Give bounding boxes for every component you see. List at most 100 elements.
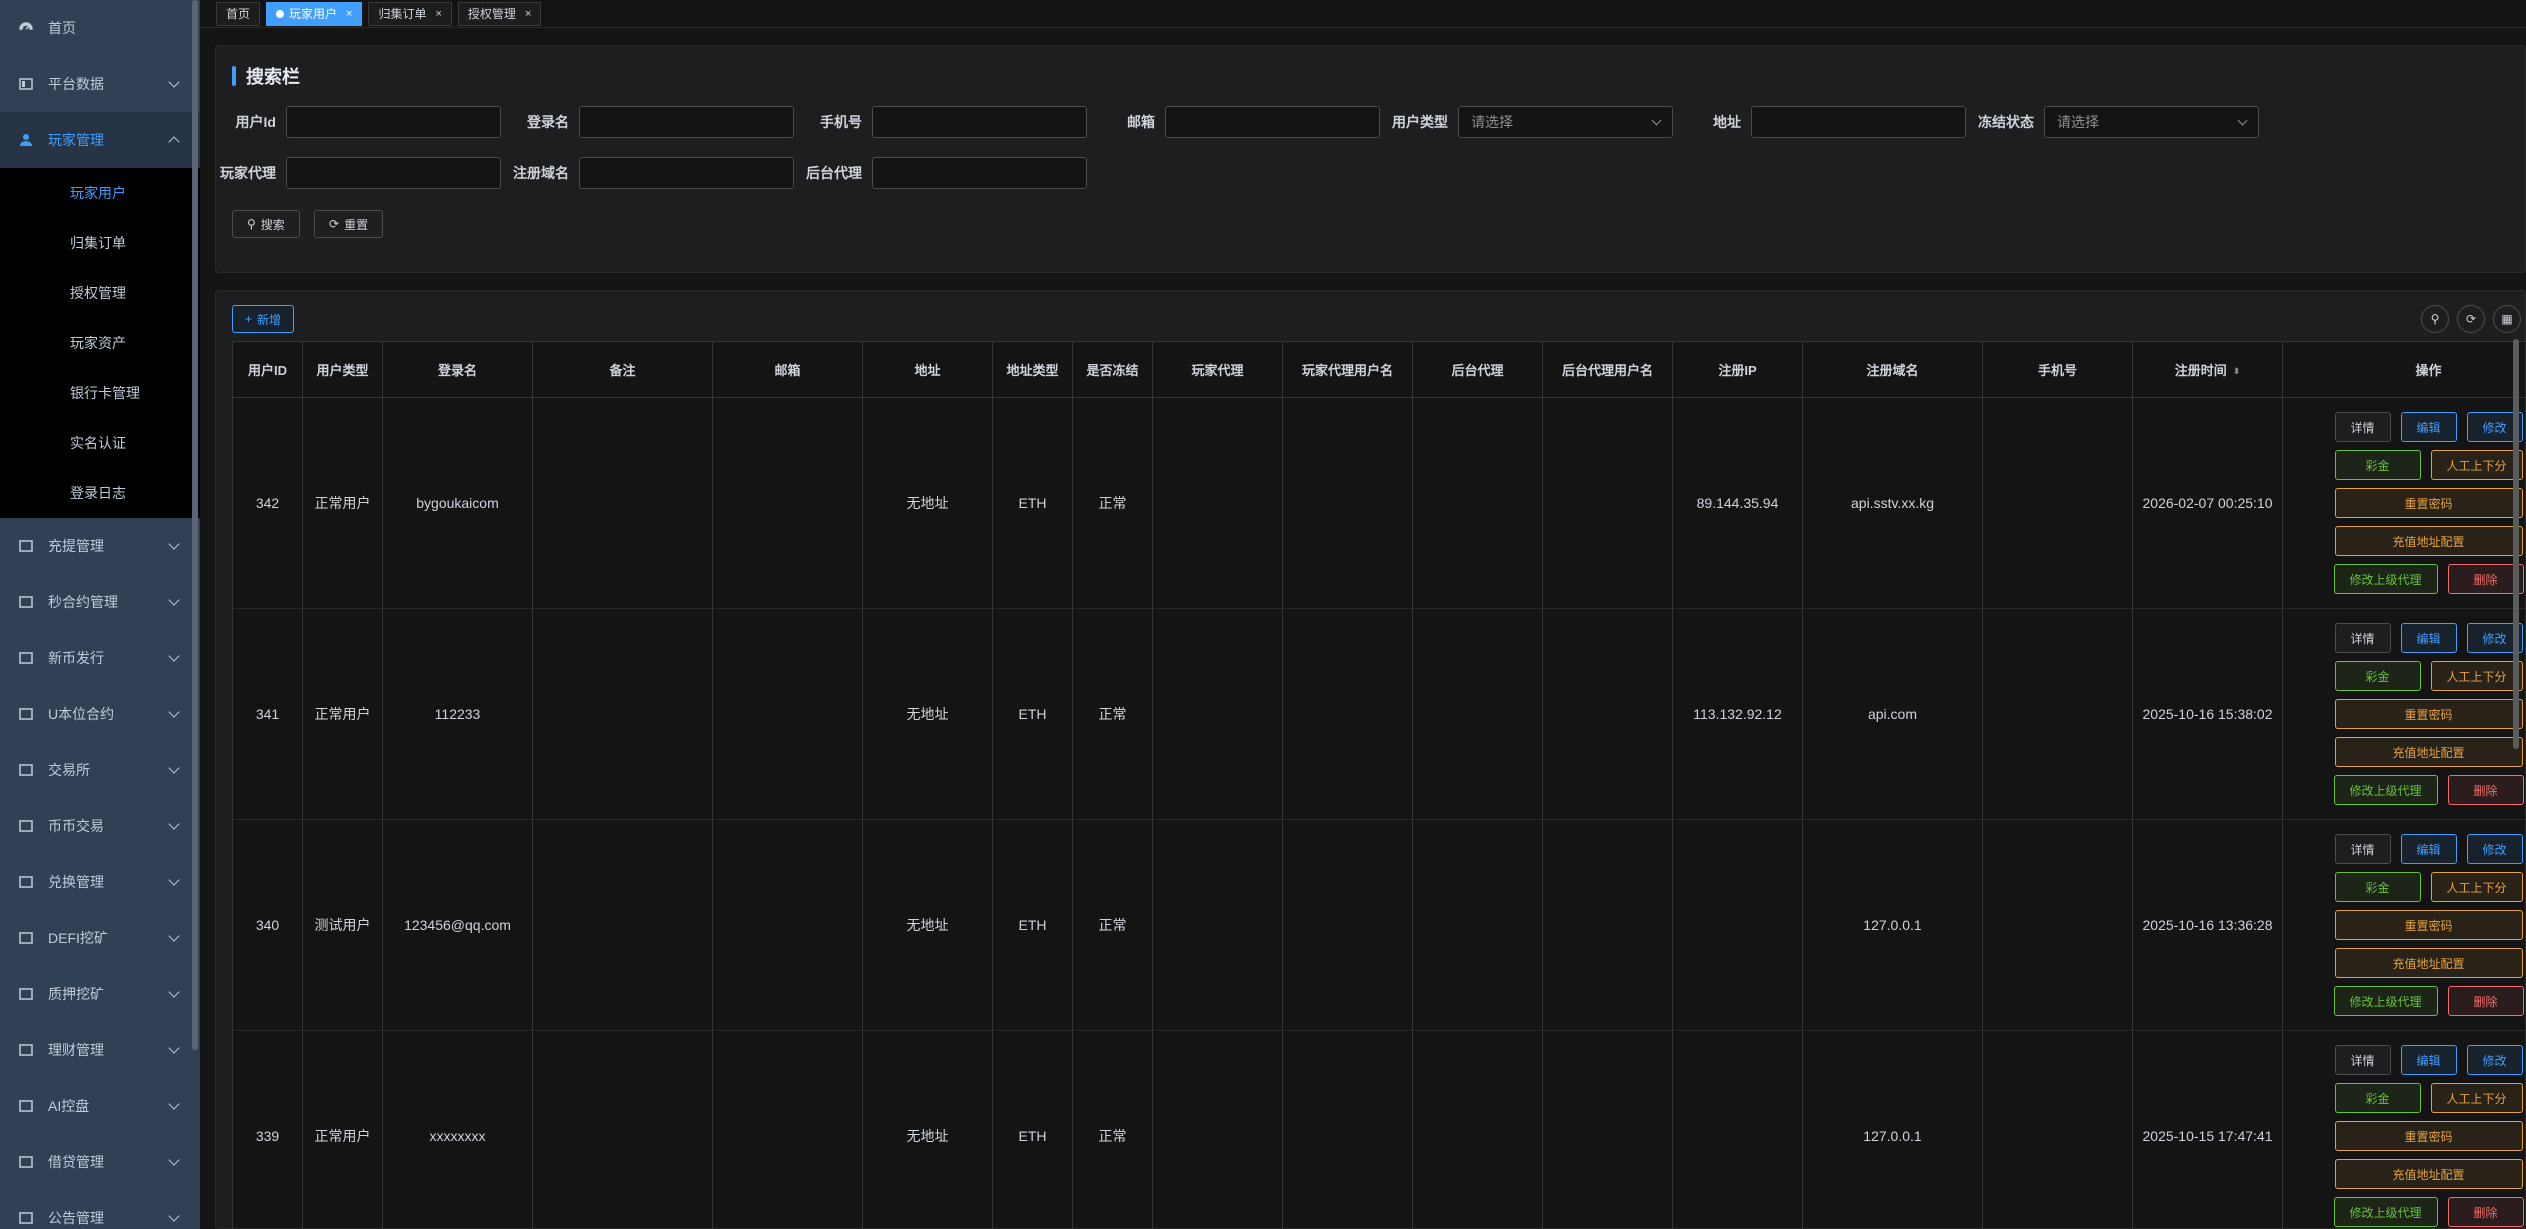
- tab-collect-orders[interactable]: 归集订单 ×: [368, 1, 452, 26]
- sidebar-subitem-real-name[interactable]: 实名认证: [0, 418, 200, 468]
- cell-remark: [532, 397, 713, 609]
- cell-type: 测试用户: [302, 819, 383, 1031]
- user-type-select[interactable]: 请选择: [1458, 106, 1673, 138]
- sidebar-item-11[interactable]: 借贷管理: [0, 1134, 200, 1190]
- manual-adjust-button[interactable]: 人工上下分: [2430, 450, 2523, 480]
- sort-icon[interactable]: ⬍: [2233, 366, 2241, 377]
- refresh-button[interactable]: ⟳: [2457, 305, 2485, 333]
- sidebar-subitem-player-user[interactable]: 玩家用户: [0, 168, 200, 218]
- delete-button[interactable]: 删除: [2447, 1197, 2524, 1227]
- detail-button[interactable]: 详情: [2334, 1045, 2391, 1075]
- bonus-button[interactable]: 彩金: [2334, 1083, 2421, 1113]
- sidebar-item-5[interactable]: 币币交易: [0, 798, 200, 854]
- cell-address: 无地址: [862, 1030, 993, 1228]
- sidebar-item-8[interactable]: 质押挖矿: [0, 966, 200, 1022]
- delete-button[interactable]: 删除: [2447, 986, 2524, 1016]
- recharge-address-config-button[interactable]: 充值地址配置: [2334, 1159, 2523, 1189]
- manual-adjust-button[interactable]: 人工上下分: [2430, 661, 2523, 691]
- sidebar-item-10[interactable]: AI控盘: [0, 1078, 200, 1134]
- change-agent-button[interactable]: 修改上级代理: [2333, 986, 2438, 1016]
- address-input[interactable]: [1751, 106, 1966, 138]
- sidebar-item-platform-data[interactable]: 平台数据: [0, 56, 200, 112]
- column-header-label: 用户类型: [316, 363, 369, 378]
- sidebar-item-label: 币币交易: [48, 818, 104, 834]
- reset-password-button[interactable]: 重置密码: [2334, 910, 2523, 940]
- edit-button[interactable]: 编辑: [2400, 412, 2457, 442]
- sidebar-subitem-auth-mgmt[interactable]: 授权管理: [0, 268, 200, 318]
- user-id-input[interactable]: [286, 106, 501, 138]
- close-icon[interactable]: ×: [435, 8, 441, 20]
- detail-button[interactable]: 详情: [2334, 623, 2391, 653]
- manual-adjust-button[interactable]: 人工上下分: [2430, 1083, 2523, 1113]
- recharge-address-config-button[interactable]: 充值地址配置: [2334, 526, 2523, 556]
- toggle-search-button[interactable]: ⚲: [2421, 305, 2449, 333]
- column-header: 玩家代理用户名: [1282, 341, 1413, 398]
- close-icon[interactable]: ×: [346, 8, 352, 20]
- freeze-status-select[interactable]: 请选择: [2044, 106, 2259, 138]
- tab-home[interactable]: 首页: [216, 1, 261, 26]
- sidebar-item-2[interactable]: 新币发行: [0, 630, 200, 686]
- cell-address: 无地址: [862, 397, 993, 609]
- login-name-input[interactable]: [579, 106, 794, 138]
- sidebar-item-label: 首页: [48, 20, 76, 36]
- menu-icon: [18, 986, 34, 1002]
- reset-password-button[interactable]: 重置密码: [2334, 1121, 2523, 1151]
- recharge-address-config-button[interactable]: 充值地址配置: [2334, 948, 2523, 978]
- column-header-label: 玩家代理用户名: [1301, 363, 1393, 378]
- cell-address: 无地址: [862, 819, 993, 1031]
- column-header[interactable]: 注册时间 ⬍: [2132, 341, 2283, 398]
- field-user-id: 用户Id: [216, 106, 501, 138]
- player-agent-input[interactable]: [286, 157, 501, 189]
- sidebar-item-home[interactable]: 首页: [0, 0, 200, 56]
- columns-button[interactable]: ▦: [2493, 305, 2521, 333]
- cell-login: bygoukaicom: [382, 397, 533, 609]
- tab-auth-mgmt[interactable]: 授权管理 ×: [457, 1, 542, 26]
- field-label: 玩家代理: [220, 165, 276, 181]
- backend-agent-input[interactable]: [872, 157, 1087, 189]
- bonus-button[interactable]: 彩金: [2334, 872, 2421, 902]
- sidebar-item-4[interactable]: 交易所: [0, 742, 200, 798]
- edit-button[interactable]: 编辑: [2400, 834, 2457, 864]
- table-scrollbar[interactable]: [2513, 339, 2519, 749]
- reset-password-button[interactable]: 重置密码: [2334, 699, 2523, 729]
- close-icon[interactable]: ×: [525, 8, 531, 20]
- sidebar-item-player-mgmt[interactable]: 玩家管理: [0, 112, 200, 168]
- reset-button[interactable]: ⟳ 重置: [314, 210, 384, 238]
- add-button[interactable]: + 新增: [232, 305, 295, 333]
- sidebar-item-1[interactable]: 秒合约管理: [0, 574, 200, 630]
- sidebar-subitem-login-log[interactable]: 登录日志: [0, 468, 200, 518]
- modify-button[interactable]: 修改: [2466, 1045, 2523, 1075]
- reset-password-button[interactable]: 重置密码: [2334, 488, 2523, 518]
- sidebar-item-7[interactable]: DEFI挖矿: [0, 910, 200, 966]
- edit-button[interactable]: 编辑: [2400, 1045, 2457, 1075]
- sidebar-item-9[interactable]: 理财管理: [0, 1022, 200, 1078]
- detail-button[interactable]: 详情: [2334, 834, 2391, 864]
- search-button[interactable]: ⚲ 搜索: [232, 210, 300, 238]
- action-row: 修改上级代理 删除: [2333, 775, 2524, 805]
- sidebar-item-3[interactable]: U本位合约: [0, 686, 200, 742]
- change-agent-button[interactable]: 修改上级代理: [2333, 1197, 2438, 1227]
- manual-adjust-button[interactable]: 人工上下分: [2430, 872, 2523, 902]
- sidebar-item-6[interactable]: 兑换管理: [0, 854, 200, 910]
- delete-button[interactable]: 删除: [2447, 775, 2524, 805]
- sidebar-scrollbar[interactable]: [192, 0, 198, 1050]
- detail-button[interactable]: 详情: [2334, 412, 2391, 442]
- reg-domain-input[interactable]: [579, 157, 794, 189]
- change-agent-button[interactable]: 修改上级代理: [2333, 775, 2438, 805]
- sidebar-item-12[interactable]: 公告管理: [0, 1190, 200, 1229]
- sidebar-subitem-bank-card[interactable]: 银行卡管理: [0, 368, 200, 418]
- field-phone: 手机号: [802, 106, 1087, 138]
- column-header-label: 地址: [914, 363, 941, 378]
- bonus-button[interactable]: 彩金: [2334, 450, 2421, 480]
- tab-player-user[interactable]: 玩家用户 ×: [266, 1, 363, 26]
- phone-input[interactable]: [872, 106, 1087, 138]
- modify-button[interactable]: 修改: [2466, 834, 2523, 864]
- email-input[interactable]: [1165, 106, 1380, 138]
- edit-button[interactable]: 编辑: [2400, 623, 2457, 653]
- sidebar-subitem-collect-orders[interactable]: 归集订单: [0, 218, 200, 268]
- sidebar-item-0[interactable]: 充提管理: [0, 518, 200, 574]
- change-agent-button[interactable]: 修改上级代理: [2333, 564, 2438, 594]
- bonus-button[interactable]: 彩金: [2334, 661, 2421, 691]
- sidebar-subitem-player-assets[interactable]: 玩家资产: [0, 318, 200, 368]
- recharge-address-config-button[interactable]: 充值地址配置: [2334, 737, 2523, 767]
